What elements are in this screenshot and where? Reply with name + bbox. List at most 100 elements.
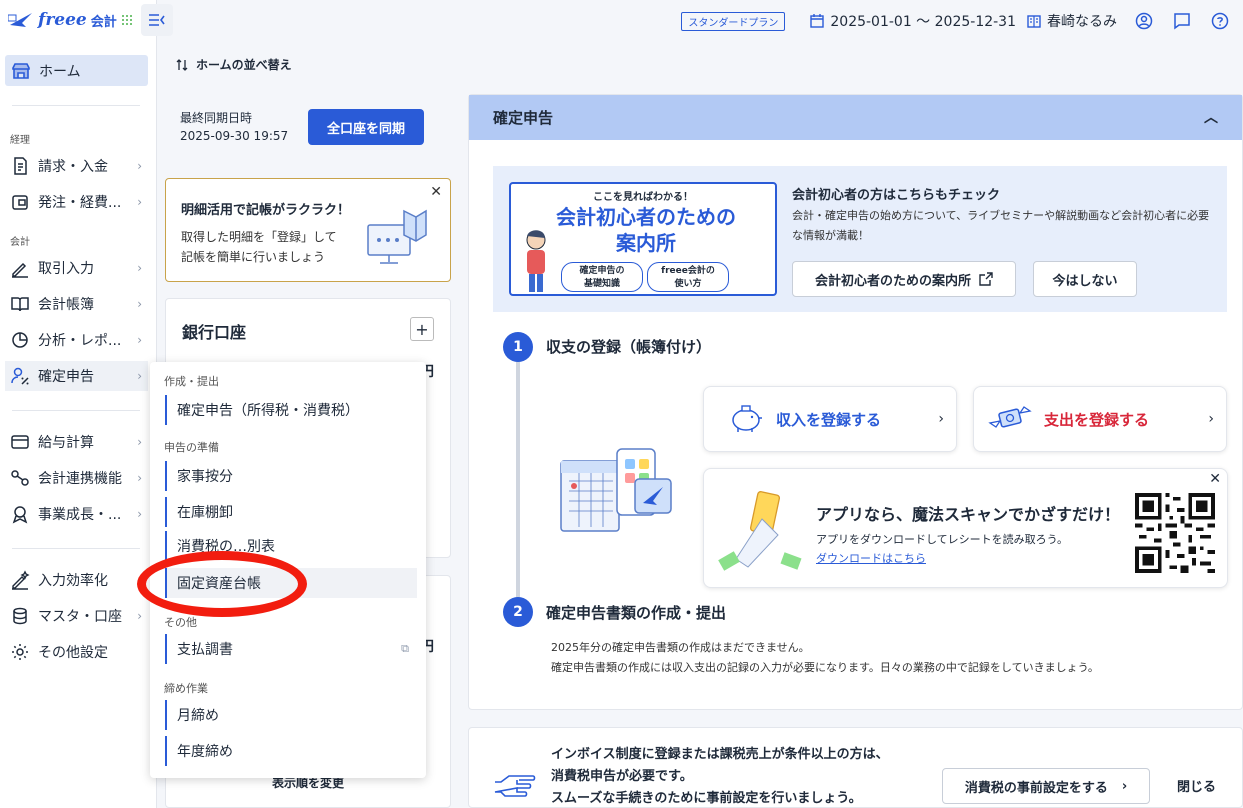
- sidebar-item-settings[interactable]: その他設定: [5, 637, 148, 667]
- home-sort-button[interactable]: ホームの並べ替え: [176, 56, 292, 73]
- not-now-button[interactable]: 今はしない: [1033, 261, 1137, 297]
- freee-logo[interactable]: freee 会計: [8, 8, 133, 32]
- section-label-keiri: 経理: [10, 135, 30, 146]
- tip-line: 記帳を簡単に行いましょう: [181, 250, 326, 264]
- sidebar-item-ledger[interactable]: 会計帳簿 ›: [5, 289, 148, 319]
- submenu-section-label: その他: [164, 616, 197, 629]
- tax-return-title: 確定申告: [493, 109, 554, 127]
- beginner-promo: ここを見ればわかる！ 会計初心者のための 案内所 確定申告の 基礎知識 free…: [493, 166, 1227, 312]
- external-link-icon: [979, 272, 993, 286]
- consumption-tax-setup-button[interactable]: 消費税の事前設定をする ›: [942, 768, 1150, 804]
- invoice-line: スムーズな手続きのために事前設定を行いましょう。: [551, 791, 862, 806]
- company-selector[interactable]: 春崎なるみ: [1026, 11, 1117, 31]
- sidebar-item-integrations[interactable]: 会計連携機能 ›: [5, 463, 148, 493]
- help-icon[interactable]: [1209, 10, 1231, 32]
- chevron-right-icon: ›: [137, 435, 142, 449]
- last-sync-info: 最終同期日時 2025-09-30 19:57: [180, 109, 288, 145]
- account-icon[interactable]: [1133, 10, 1155, 32]
- chevron-right-icon: ›: [1121, 778, 1128, 794]
- chip-basics[interactable]: 確定申告の 基礎知識: [561, 262, 643, 292]
- invoice-notice-card: インボイス制度に登録または課税売上が条件以上の方は、 消費税申告が必要です。 ス…: [468, 727, 1243, 808]
- sync-all-button[interactable]: 全口座を同期: [308, 109, 424, 145]
- beginner-guide-button[interactable]: 会計初心者のための案内所: [792, 261, 1016, 297]
- invoice-close-button[interactable]: 閉じる: [1177, 776, 1216, 795]
- add-bank-button[interactable]: +: [410, 317, 434, 341]
- chevron-right-icon: ›: [137, 297, 142, 311]
- building-icon: [1027, 15, 1041, 28]
- close-icon[interactable]: ✕: [1209, 471, 1221, 487]
- button-label: 会計初心者のための案内所: [814, 273, 971, 289]
- app-download-card: アプリなら、魔法スキャンでかざすだけ！ アプリをダウンロードしてレシートを読み取…: [703, 468, 1228, 588]
- chevron-right-icon: ›: [137, 261, 142, 275]
- expense-label: 支出を登録する: [1044, 410, 1150, 429]
- banner-kicker: ここを見ればわかる！: [593, 192, 693, 203]
- submenu-item-payment-report[interactable]: 支払調書 ⧉: [165, 634, 417, 664]
- fiscal-period[interactable]: 2025-01-01 〜 2025-12-31: [809, 11, 1016, 31]
- app-download-link[interactable]: ダウンロードはこちら: [816, 550, 926, 566]
- close-icon[interactable]: ✕: [430, 184, 442, 200]
- sort-label: ホームの並べ替え: [196, 58, 292, 72]
- chip-line: 使い方: [674, 279, 702, 289]
- divider: [12, 548, 140, 549]
- sort-icon: [176, 58, 188, 71]
- sidebar-item-payroll[interactable]: 給与計算 ›: [5, 427, 148, 457]
- submenu-item-yearly-close[interactable]: 年度締め: [165, 736, 417, 766]
- step-1-title: 収支の登録（帳簿付け）: [546, 338, 712, 356]
- chip-howto[interactable]: freee会計の 使い方: [647, 262, 729, 292]
- sidebar-item-reports[interactable]: 分析・レポ... ›: [5, 325, 148, 355]
- app-promo-description: アプリをダウンロードしてレシートを読み取ろう。: [816, 533, 1069, 546]
- promo-description: 会計・確定申告の始め方について、ライブセミナーや解説動画など会計初心者に必要な情…: [792, 209, 1210, 242]
- sidebar-item-transaction-entry[interactable]: 取引入力 ›: [5, 253, 148, 283]
- submenu-section-label: 申告の準備: [164, 441, 219, 454]
- tax-return-header[interactable]: 確定申告 ︿: [469, 95, 1242, 140]
- submenu-item-monthly-close[interactable]: 月締め: [165, 700, 417, 730]
- step-2-line: 2025年分の確定申告書類の作成はまだできません。: [551, 641, 810, 654]
- chat-icon[interactable]: [1171, 10, 1193, 32]
- sidebar-item-master[interactable]: マスタ・口座 ›: [5, 601, 148, 631]
- brand-name: freee: [38, 10, 87, 30]
- register-income-button[interactable]: 収入を登録する ›: [703, 386, 957, 452]
- person-illustration: [526, 230, 546, 292]
- sidebar-item-purchasing[interactable]: 発注・経費... ›: [5, 187, 148, 217]
- sidebar-item-billing[interactable]: 請求・入金 ›: [5, 151, 148, 181]
- company-name: 春崎なるみ: [1047, 14, 1117, 30]
- sidebar-item-efficiency[interactable]: 入力効率化 ›: [5, 565, 148, 595]
- gear-icon: [10, 642, 30, 662]
- chip-line: 確定申告の: [579, 266, 625, 276]
- person-percent-icon: [10, 366, 30, 386]
- submenu-item-household-allocation[interactable]: 家事按分: [165, 461, 417, 491]
- submenu-item-tax-return[interactable]: 確定申告（所得税・消費税）: [165, 395, 417, 425]
- sparkle-pen-icon: [10, 570, 30, 590]
- sidebar-item-tax-return[interactable]: 確定申告 ›: [5, 361, 148, 391]
- invoice-notice-text: インボイス制度に登録または課税売上が条件以上の方は、 消費税申告が必要です。 ス…: [551, 744, 889, 808]
- calendar-icon: [810, 14, 825, 28]
- badge-icon: [10, 504, 30, 524]
- beginner-guide-banner[interactable]: ここを見ればわかる！ 会計初心者のための 案内所 確定申告の 基礎知識 free…: [509, 182, 777, 296]
- sidebar-item-growth[interactable]: 事業成長・... ›: [5, 499, 148, 529]
- sidebar-item-home[interactable]: ホーム: [5, 55, 148, 86]
- last-sync-label: 最終同期日時: [180, 111, 253, 125]
- collapse-sidebar-button[interactable]: [141, 4, 173, 36]
- monitor-book-illustration: [367, 209, 427, 264]
- chevron-right-icon: ›: [137, 159, 142, 173]
- register-expense-button[interactable]: 支出を登録する ›: [973, 386, 1227, 452]
- submenu-item-inventory[interactable]: 在庫棚卸: [165, 497, 417, 527]
- step-2-badge: 2: [503, 597, 533, 627]
- step-2-line: 確定申告書類の作成には収入支出の記録の入力が必要になります。日々の業務の中で記録…: [551, 661, 1099, 674]
- app-promo-title: アプリなら、魔法スキャンでかざすだけ！: [816, 505, 1121, 524]
- phone-scan-illustration: [718, 491, 802, 571]
- chevron-up-icon[interactable]: ︿: [1204, 107, 1218, 127]
- invoice-line: インボイス制度に登録または課税売上が条件以上の方は、: [551, 747, 889, 762]
- income-label: 収入を登録する: [776, 410, 882, 429]
- button-label: 消費税の事前設定をする: [964, 780, 1108, 796]
- sync-panel: 最終同期日時 2025-09-30 19:57 全口座を同期: [165, 96, 451, 166]
- store-icon: [11, 61, 31, 81]
- pen-icon: [10, 258, 30, 278]
- collapse-icon: [149, 14, 165, 26]
- plan-badge[interactable]: スタンダードプラン: [681, 11, 786, 31]
- pointing-hand-icon: [494, 775, 536, 797]
- tip-body: 取得した明細を「登録」して 記帳を簡単に行いましょう: [181, 227, 337, 267]
- step-connector: [516, 360, 520, 600]
- pie-chart-icon: [10, 330, 30, 350]
- wallet-icon: [10, 192, 30, 212]
